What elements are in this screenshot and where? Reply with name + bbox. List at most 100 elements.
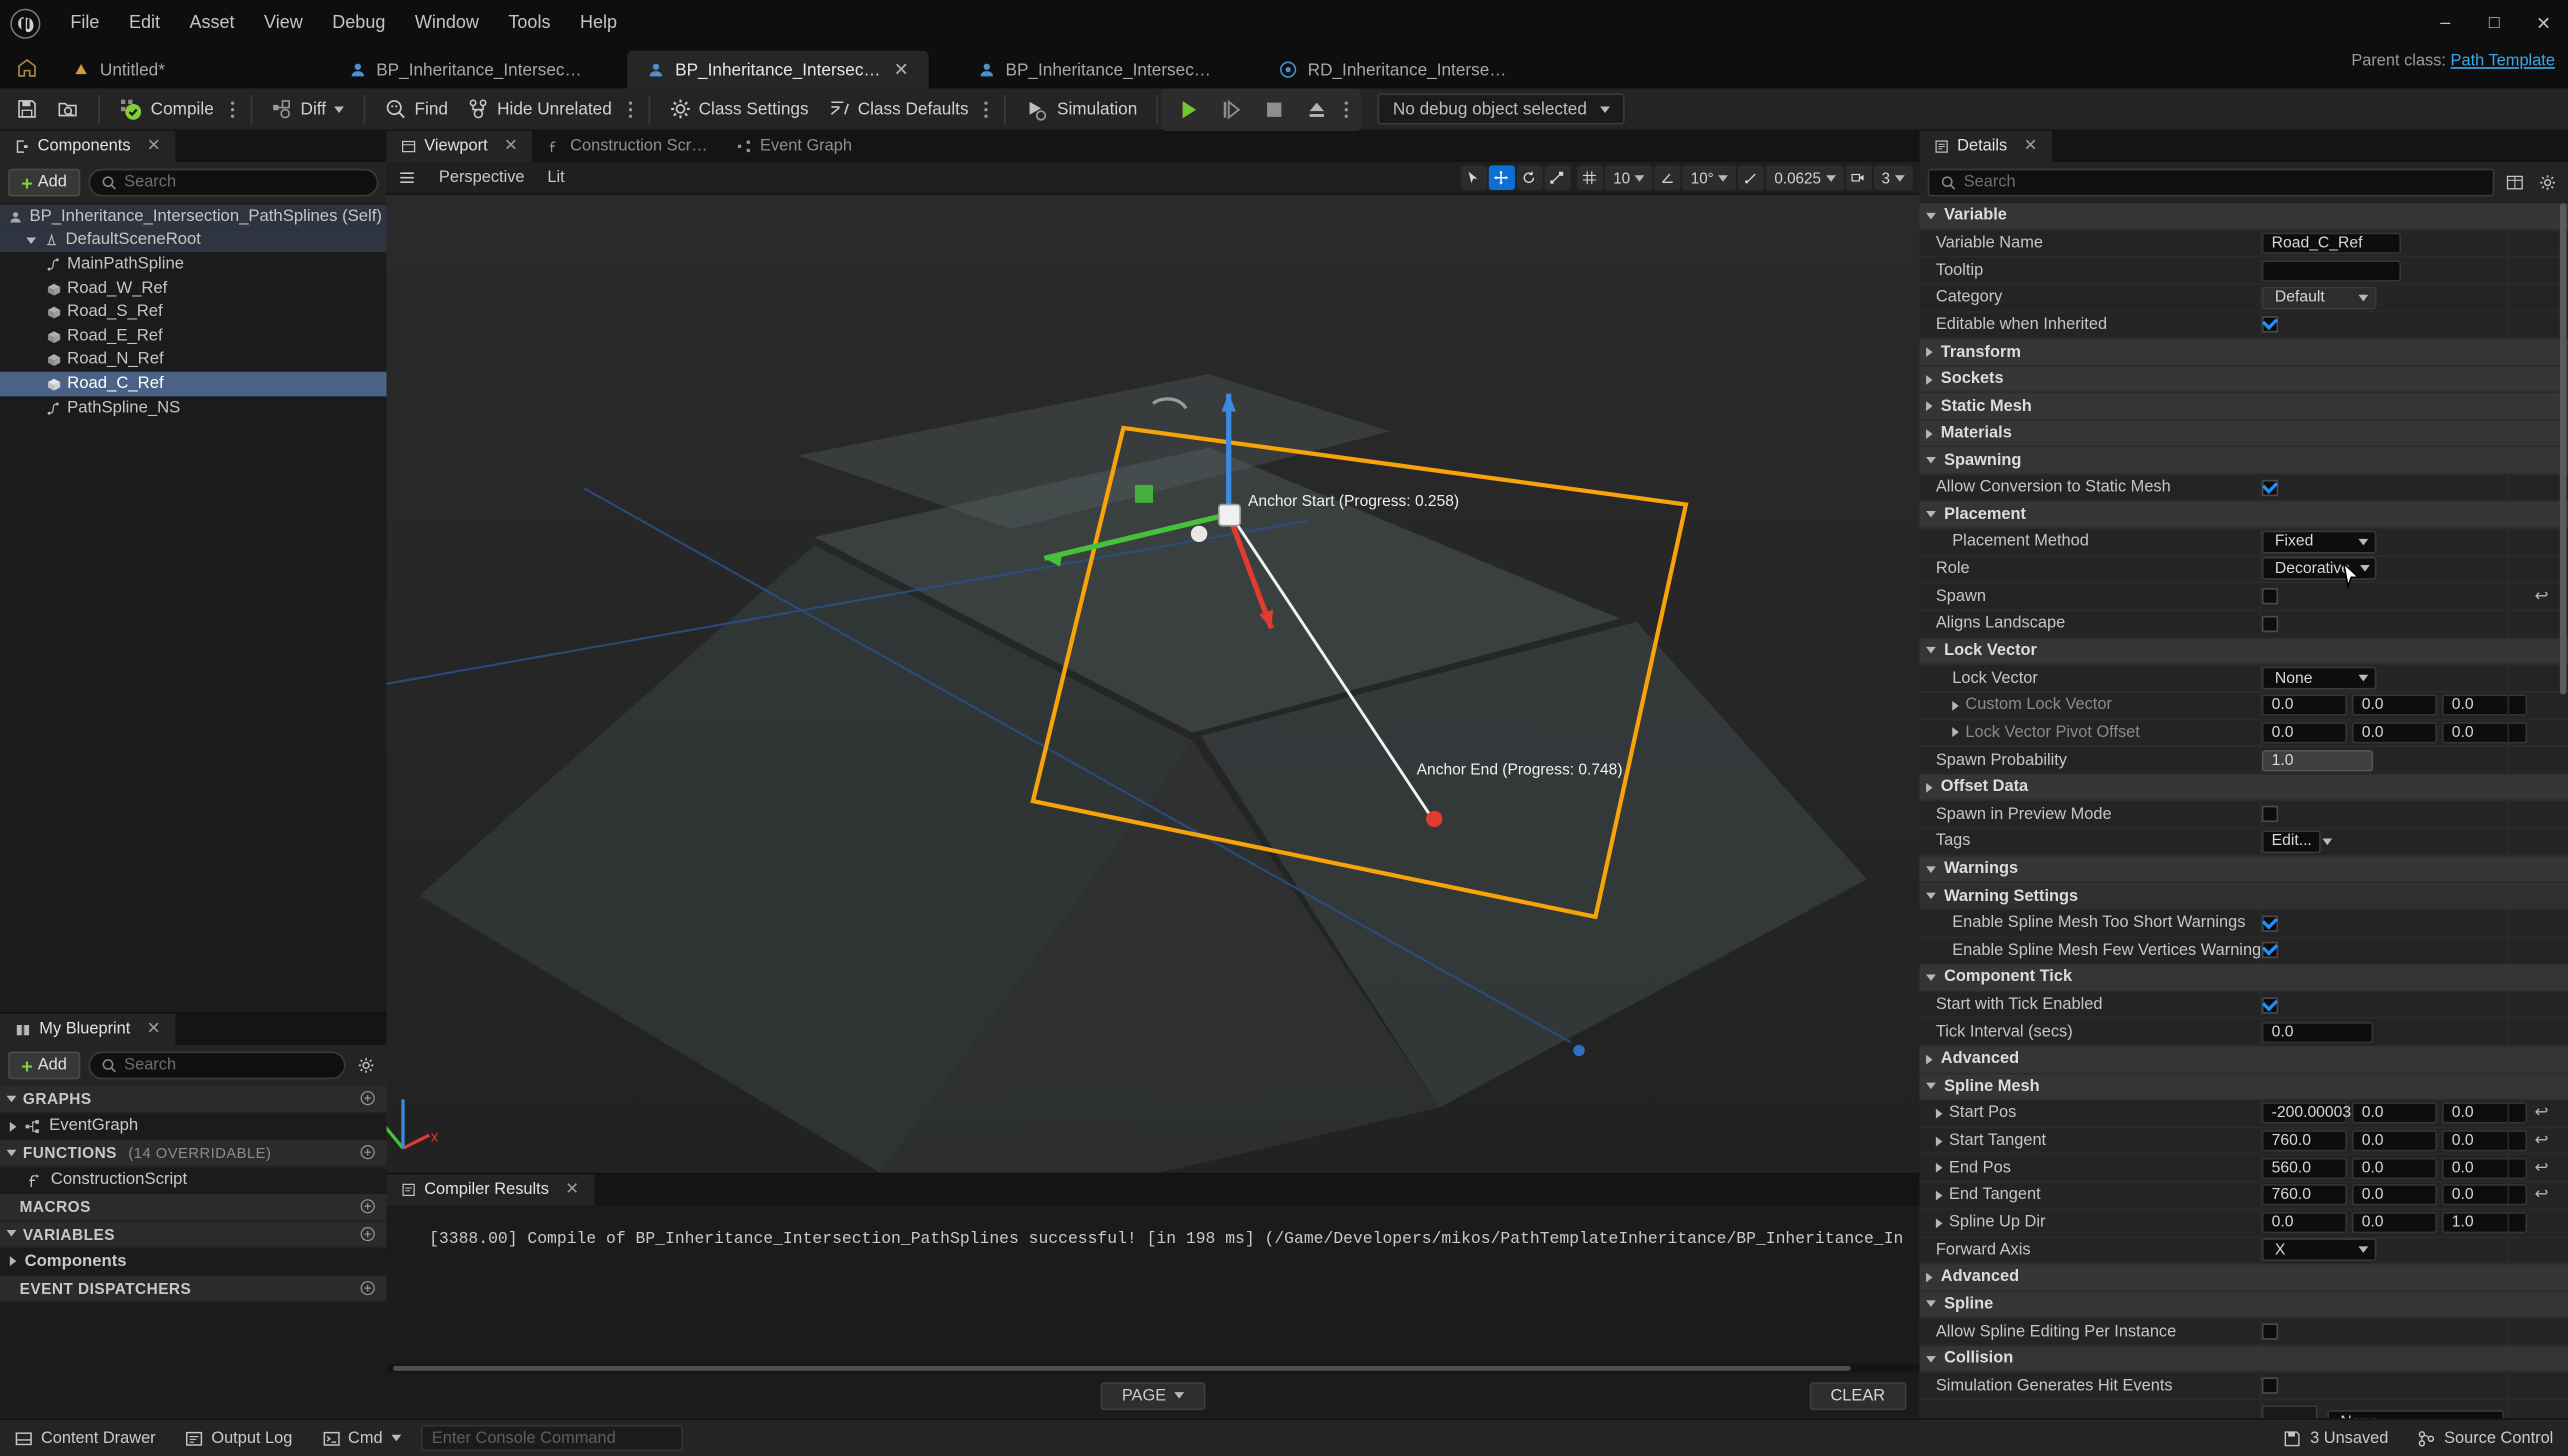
close-icon[interactable]: ✕ [504, 138, 518, 156]
select-tool-icon[interactable] [1461, 165, 1487, 190]
details-vector-component-y[interactable]: 0.0 [2352, 1185, 2437, 1206]
compile-button[interactable]: Compile [110, 91, 224, 127]
class-defaults-options-button[interactable] [978, 101, 994, 117]
my-blueprint-search-input[interactable]: Search [88, 1051, 345, 1079]
play-button[interactable] [1168, 91, 1211, 127]
section-functions[interactable]: FUNCTIONS (14 OVERRIDABLE) [0, 1140, 387, 1167]
details-vector-component-x[interactable]: -200.000031 [2262, 1103, 2347, 1124]
add-variable-icon[interactable] [360, 1226, 375, 1241]
details-dropdown[interactable]: Decorative [2262, 558, 2377, 581]
home-tab-icon[interactable] [7, 51, 46, 84]
menu-help[interactable]: Help [565, 0, 632, 46]
add-component-button[interactable]: + Add [8, 169, 80, 197]
details-vector-component-x[interactable]: 0.0 [2262, 695, 2347, 716]
details-vector-component-z[interactable]: 0.0 [2442, 1130, 2527, 1151]
class-settings-button[interactable]: Class Settings [659, 91, 818, 127]
source-control-button[interactable]: Source Control [2403, 1419, 2568, 1456]
compile-options-button[interactable] [224, 101, 240, 117]
details-number-input[interactable]: 0.0 [2262, 1022, 2373, 1043]
details-vector-component-x[interactable]: 760.0 [2262, 1130, 2347, 1151]
chevron-right-icon[interactable] [1936, 1191, 1943, 1201]
details-category[interactable]: Transform [1920, 339, 2568, 366]
details-category[interactable]: Sockets [1920, 366, 2568, 393]
tree-row[interactable]: MainPathSpline [0, 253, 387, 277]
details-category[interactable]: Materials [1920, 421, 2568, 448]
tree-row[interactable]: Road_N_Ref [0, 348, 387, 372]
asset-tab-untitled[interactable]: Untitled* [52, 51, 184, 89]
asset-tab-bp-2-active[interactable]: BP_Inheritance_Intersec… ✕ [628, 51, 929, 89]
details-checkbox[interactable] [2262, 317, 2278, 333]
details-vector-component-z[interactable]: 0.0 [2442, 1103, 2527, 1124]
section-event-dispatchers[interactable]: EVENT DISPATCHERS [0, 1275, 387, 1302]
component-tree[interactable]: BP_Inheritance_Intersection_PathSplines … [0, 203, 387, 1012]
tab-compiler-results[interactable]: Compiler Results ✕ [387, 1174, 594, 1205]
details-dropdown[interactable]: None [2262, 667, 2377, 690]
add-graph-icon[interactable] [360, 1091, 375, 1106]
menu-file[interactable]: File [56, 0, 115, 46]
find-button[interactable]: Find [375, 91, 458, 127]
tree-row[interactable]: Road_C_Ref [0, 372, 387, 396]
chevron-down-icon[interactable] [1926, 893, 1936, 900]
play-options-button[interactable] [1339, 101, 1355, 117]
step-button[interactable] [1211, 91, 1254, 127]
close-icon[interactable]: ✕ [147, 138, 161, 156]
tab-details[interactable]: Details ✕ [1920, 131, 2053, 162]
chevron-right-icon[interactable] [1926, 401, 1933, 411]
close-icon[interactable]: ✕ [2024, 138, 2038, 156]
tab-viewport[interactable]: Viewport ✕ [387, 131, 533, 162]
asset-tab-bp-1[interactable]: BP_Inheritance_Intersec… [329, 51, 602, 89]
eject-button[interactable] [1296, 91, 1339, 127]
chevron-right-icon[interactable] [1952, 728, 1959, 738]
details-columns-icon[interactable] [2503, 170, 2528, 195]
console-command-input[interactable]: Enter Console Command [420, 1425, 682, 1451]
menu-edit[interactable]: Edit [114, 0, 175, 46]
tree-row[interactable]: BP_Inheritance_Intersection_PathSplines … [0, 205, 387, 229]
details-vector-component-x[interactable]: 0.0 [2262, 722, 2347, 743]
details-text-input[interactable] [2262, 260, 2401, 281]
details-category[interactable]: Warning Settings [1920, 883, 2568, 910]
tab-event-graph[interactable]: Event Graph [722, 131, 866, 162]
menu-window[interactable]: Window [400, 0, 494, 46]
add-blueprint-item-button[interactable]: + Add [8, 1051, 80, 1079]
chevron-right-icon[interactable] [1926, 347, 1933, 357]
details-vector-component-y[interactable]: 0.0 [2352, 1130, 2437, 1151]
details-vector-component-y[interactable]: 0.0 [2352, 695, 2437, 716]
details-checkbox[interactable] [2262, 806, 2278, 822]
details-category[interactable]: Advanced [1920, 1047, 2568, 1074]
details-vector-component-y[interactable]: 0.0 [2352, 1103, 2437, 1124]
save-button[interactable] [7, 91, 48, 127]
browse-asset-button[interactable] [47, 91, 88, 127]
chevron-right-icon[interactable] [10, 1121, 17, 1131]
cmd-selector-button[interactable]: Cmd [307, 1419, 415, 1456]
close-icon[interactable]: ✕ [2519, 0, 2568, 46]
details-category[interactable]: Spline [1920, 1292, 2568, 1319]
asset-thumbnail[interactable]: None [2262, 1405, 2318, 1419]
chevron-right-icon[interactable] [1926, 782, 1933, 792]
details-category-dropdown[interactable]: Default [2262, 286, 2377, 309]
reset-to-default-icon[interactable]: ↩ [2535, 1132, 2549, 1150]
components-search-input[interactable]: Search [88, 169, 378, 197]
chevron-down-icon[interactable] [1926, 213, 1936, 220]
details-tags-dropdown[interactable]: Edit... [2262, 830, 2321, 853]
details-checkbox[interactable] [2262, 588, 2278, 604]
details-category[interactable]: Lock Vector [1920, 638, 2568, 665]
tree-row[interactable]: Road_S_Ref [0, 300, 387, 324]
details-checkbox[interactable] [2262, 1323, 2278, 1339]
menu-asset[interactable]: Asset [175, 0, 250, 46]
details-dropdown[interactable]: Fixed [2262, 530, 2377, 553]
reset-to-default-icon[interactable]: ↩ [2535, 1105, 2549, 1123]
details-checkbox[interactable] [2262, 942, 2278, 958]
hide-unrelated-button[interactable]: Hide Unrelated [458, 91, 622, 127]
chevron-down-icon[interactable] [1926, 511, 1936, 518]
details-text-input[interactable]: Road_C_Ref [2262, 232, 2401, 253]
details-settings-icon[interactable] [2535, 170, 2560, 195]
details-category[interactable]: Offset Data [1920, 775, 2568, 802]
tree-row[interactable]: PathSpline_NS [0, 396, 387, 420]
details-category[interactable]: Component Tick [1920, 965, 2568, 992]
clear-log-button[interactable]: CLEAR [1809, 1381, 1906, 1409]
details-category[interactable]: Placement [1920, 502, 2568, 529]
viewport-lit-button[interactable]: Lit [536, 161, 576, 194]
reset-to-default-icon[interactable]: ↩ [2535, 1159, 2549, 1177]
unsaved-changes-button[interactable]: 3 Unsaved [2269, 1419, 2403, 1456]
menu-debug[interactable]: Debug [318, 0, 401, 46]
